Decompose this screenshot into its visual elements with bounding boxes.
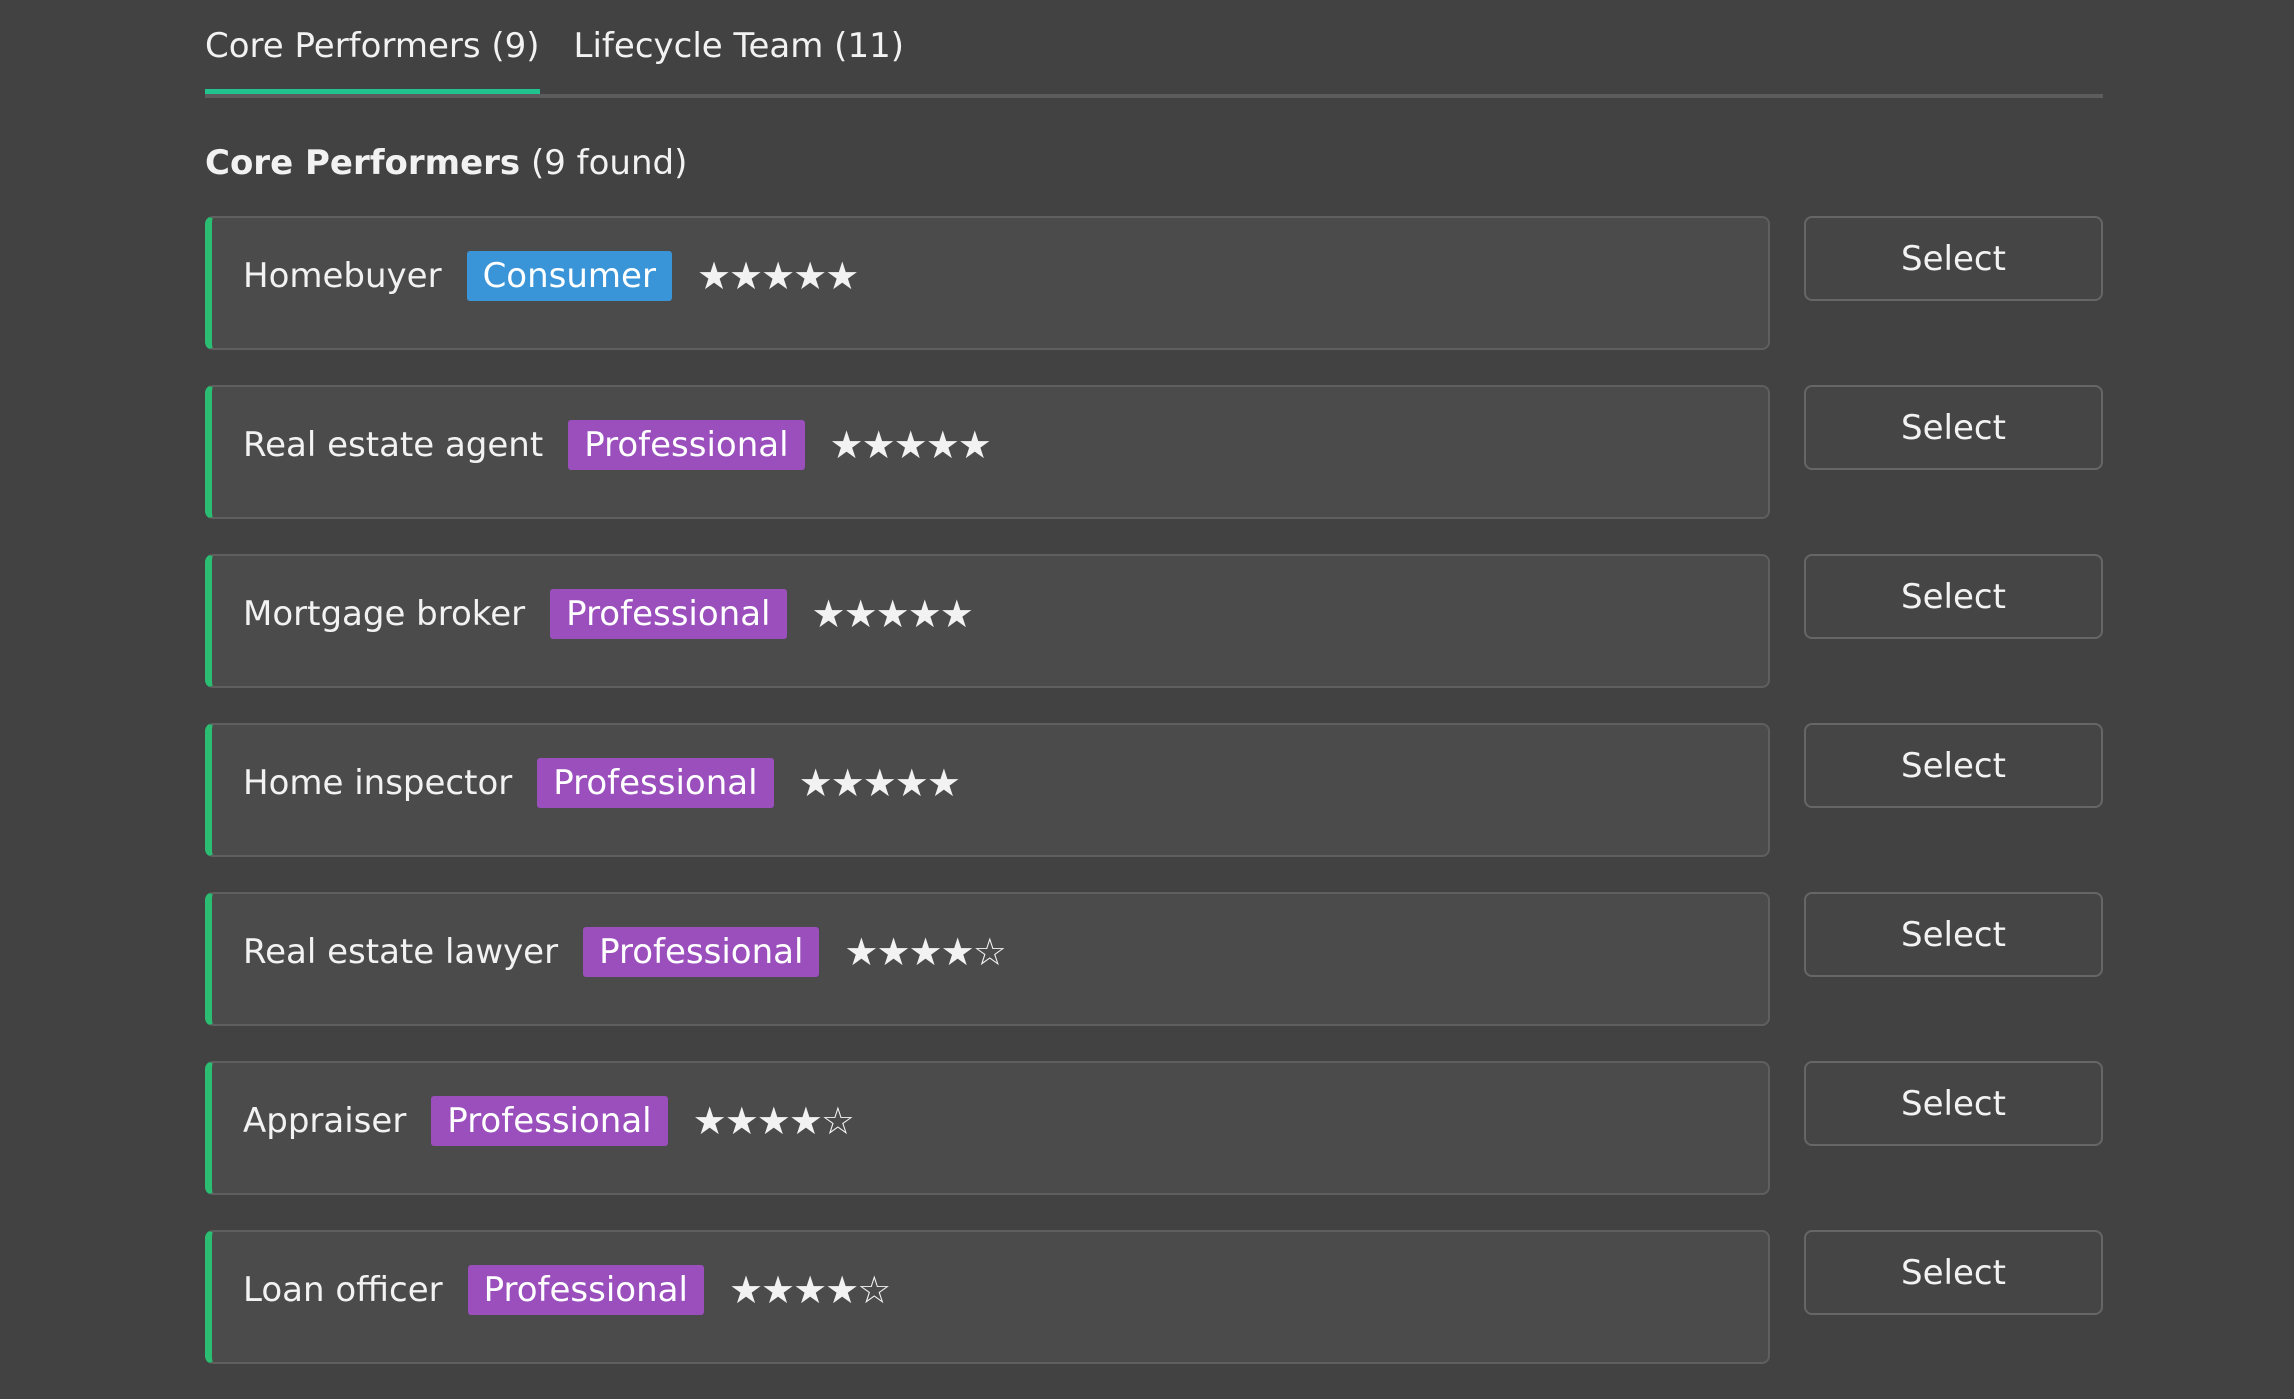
professional-badge: Professional bbox=[467, 1265, 704, 1315]
consumer-badge: Consumer bbox=[466, 251, 672, 301]
role-name: Homebuyer bbox=[243, 256, 442, 296]
role-card[interactable]: Real estate agent Professional ★★★★★ bbox=[205, 385, 1770, 519]
star-rating: ★★★★★ bbox=[829, 423, 992, 467]
section-title-name: Core Performers bbox=[205, 143, 521, 183]
select-button[interactable]: Select bbox=[1804, 892, 2103, 977]
role-row: Mortgage broker Professional ★★★★★ Select bbox=[205, 554, 2103, 723]
role-card[interactable]: Home inspector Professional ★★★★★ bbox=[205, 723, 1770, 857]
professional-badge: Professional bbox=[537, 758, 774, 808]
role-row: Real estate lawyer Professional ★★★★☆ Selec… bbox=[205, 892, 2103, 1061]
select-button[interactable]: Select bbox=[1804, 216, 2103, 301]
tab-core-performers[interactable]: Core Performers (9) bbox=[205, 0, 540, 94]
role-row: Loan officer Professional ★★★★☆ Select bbox=[205, 1230, 2103, 1399]
section-title: Core Performers (9 found) bbox=[205, 142, 2103, 184]
role-row: Home inspector Professional ★★★★★ Select bbox=[205, 723, 2103, 892]
select-button[interactable]: Select bbox=[1804, 1061, 2103, 1146]
tab-lifecycle-team[interactable]: Lifecycle Team (11) bbox=[574, 0, 904, 65]
tab-bar: Core Performers (9) Lifecycle Team (11) bbox=[205, 0, 2103, 98]
main-content: Core Performers (9) Lifecycle Team (11) … bbox=[205, 0, 2103, 184]
role-name: Real estate agent bbox=[243, 425, 544, 465]
professional-badge: Professional bbox=[550, 589, 787, 639]
role-row: Real estate agent Professional ★★★★★ Select bbox=[205, 385, 2103, 554]
role-name: Mortgage broker bbox=[243, 594, 526, 634]
role-card[interactable]: Real estate lawyer Professional ★★★★☆ bbox=[205, 892, 1770, 1026]
role-name: Real estate lawyer bbox=[243, 932, 559, 972]
star-rating: ★★★★★ bbox=[696, 254, 859, 298]
star-rating: ★★★★★ bbox=[811, 592, 974, 636]
select-button[interactable]: Select bbox=[1804, 385, 2103, 470]
professional-badge: Professional bbox=[431, 1096, 668, 1146]
select-button[interactable]: Select bbox=[1804, 723, 2103, 808]
role-name: Appraiser bbox=[243, 1101, 407, 1141]
role-card[interactable]: Appraiser Professional ★★★★☆ bbox=[205, 1061, 1770, 1195]
select-button[interactable]: Select bbox=[1804, 1230, 2103, 1315]
star-rating: ★★★★★ bbox=[798, 761, 961, 805]
professional-badge: Professional bbox=[583, 927, 820, 977]
role-card[interactable]: Loan officer Professional ★★★★☆ bbox=[205, 1230, 1770, 1364]
star-rating: ★★★★☆ bbox=[728, 1268, 891, 1312]
star-rating: ★★★★☆ bbox=[844, 930, 1006, 974]
section-title-count: (9 found) bbox=[530, 143, 688, 183]
role-name: Home inspector bbox=[243, 763, 513, 803]
role-name: Loan officer bbox=[243, 1270, 443, 1310]
star-rating: ★★★★☆ bbox=[692, 1099, 855, 1143]
role-row: Homebuyer Consumer ★★★★★ Select bbox=[205, 216, 2103, 385]
select-button[interactable]: Select bbox=[1804, 554, 2103, 639]
role-list: Homebuyer Consumer ★★★★★ Select Real estate … bbox=[205, 216, 2103, 1399]
role-card[interactable]: Homebuyer Consumer ★★★★★ bbox=[205, 216, 1770, 350]
role-card[interactable]: Mortgage broker Professional ★★★★★ bbox=[205, 554, 1770, 688]
professional-badge: Professional bbox=[568, 420, 805, 470]
role-row: Appraiser Professional ★★★★☆ Select bbox=[205, 1061, 2103, 1230]
